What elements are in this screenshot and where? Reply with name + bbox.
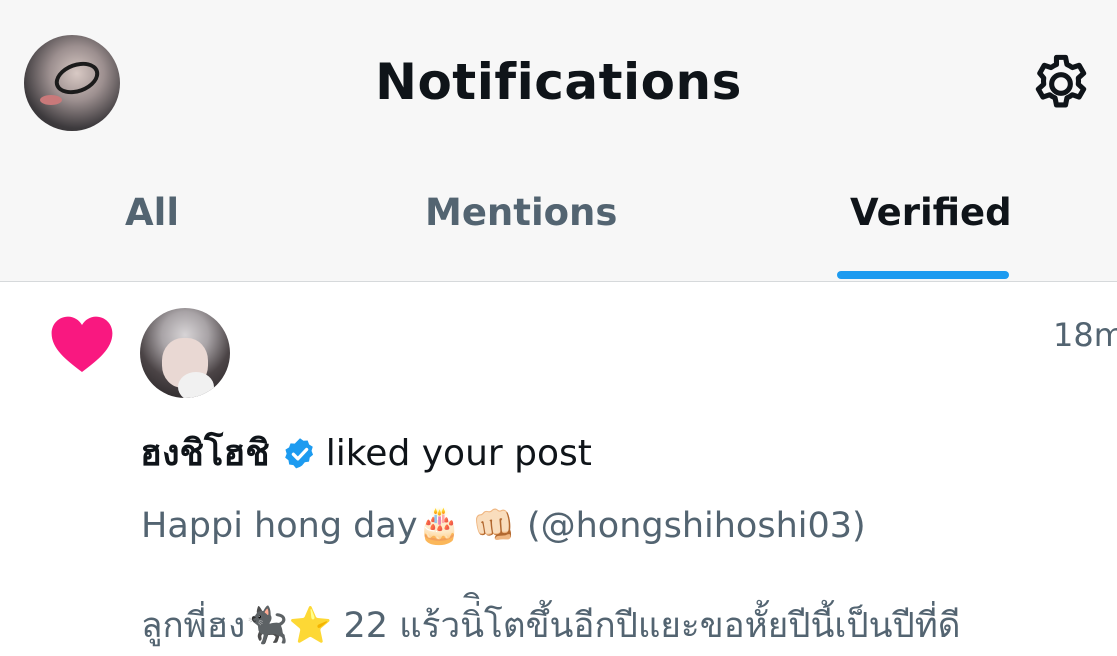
tab-verified[interactable]: Verified	[850, 190, 1012, 236]
heart-icon	[51, 316, 113, 372]
notification-item[interactable]: 18m ฮงชิโฮชิ liked your post Happi hong …	[0, 282, 1117, 656]
tab-mentions[interactable]: Mentions	[425, 190, 617, 236]
action-text: liked your post	[325, 433, 592, 474]
settings-button[interactable]	[1027, 50, 1095, 118]
actor-avatar[interactable]	[140, 308, 230, 398]
active-tab-indicator	[837, 271, 1009, 279]
post-text-line: ลูกพี่ฮง🐈‍⬛⭐ 22 แร้วนิ่ิโตขึ้นอีกปีแยะขอ…	[141, 606, 961, 646]
page-title: Notifications	[375, 53, 742, 111]
timestamp: 18m	[1053, 316, 1117, 354]
tab-all[interactable]: All	[125, 190, 179, 236]
actor-name[interactable]: ฮงชิโฮชิ	[140, 432, 270, 476]
verified-badge-icon	[284, 438, 313, 469]
notifications-screen: Notifications All Mentions Verified 18m …	[0, 0, 1117, 656]
header: Notifications All Mentions Verified	[0, 0, 1117, 282]
notification-header: ฮงชิโฮชิ liked your post	[140, 432, 592, 476]
post-text-line: Happi hong day🎂 👊🏻 (@hongshihoshi03)	[141, 506, 866, 546]
gear-icon	[1035, 54, 1087, 108]
avatar-detail	[178, 372, 214, 398]
tab-bar: All Mentions Verified	[0, 172, 1117, 282]
